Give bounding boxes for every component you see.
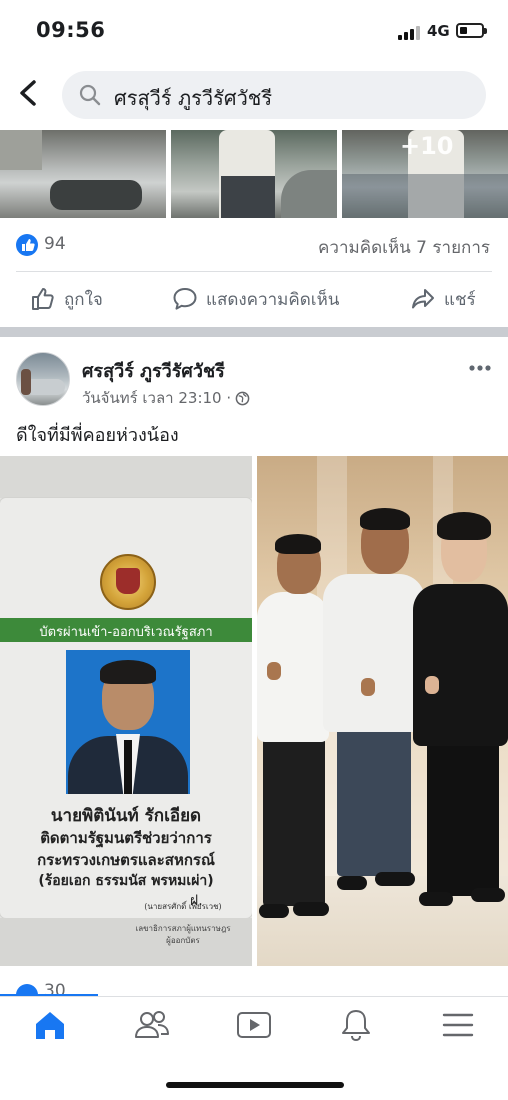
person — [257, 456, 508, 966]
home-indicator[interactable] — [166, 1082, 344, 1088]
next-post-reactions: 30 — [0, 978, 508, 998]
post-images: บัตรผ่านเข้า-ออกบริเวณรัฐสภา นายพิตินันท… — [0, 456, 508, 966]
signal-icon — [398, 26, 420, 40]
status-bar: 09:56 4G — [0, 0, 508, 62]
post-text: ดีใจที่มีพี่คอยห่วงน้อง — [16, 425, 179, 446]
comment-button[interactable]: แสดงความคิดเห็น — [172, 284, 339, 314]
card-issuer-role: ผู้ออกบัตร — [166, 936, 200, 945]
card-ministry: กระทรวงเกษตรและสหกรณ์ — [37, 851, 215, 869]
card-band: บัตรผ่านเข้า-ออกบริเวณรัฐสภา — [0, 618, 252, 642]
emblem-icon — [100, 554, 156, 610]
id-card-photo[interactable]: บัตรผ่านเข้า-ออกบริเวณรัฐสภา นายพิตินันท… — [0, 456, 252, 966]
like-reaction-icon — [16, 234, 38, 256]
card-portrait — [66, 650, 190, 794]
comment-count[interactable]: ความคิดเห็น 7 รายการ — [318, 234, 490, 261]
friends-icon[interactable] — [132, 1007, 172, 1043]
status-time: 09:56 — [36, 18, 106, 42]
bottom-nav — [0, 996, 508, 1054]
speech-bubble-icon — [173, 288, 197, 310]
post-meta: วันจันทร์ เวลา 23:10 · — [82, 386, 250, 410]
photo-thumbnail[interactable] — [171, 130, 337, 218]
photo-thumbnail[interactable]: +10 — [342, 130, 508, 218]
avatar[interactable] — [16, 352, 70, 406]
more-dots-icon[interactable] — [468, 364, 492, 372]
card-position: ติดตามรัฐมนตรีช่วยว่าการ — [40, 829, 212, 847]
share-button-label: แชร์ — [444, 289, 476, 310]
divider — [16, 271, 492, 272]
post-timestamp[interactable]: วันจันทร์ เวลา 23:10 · — [82, 386, 231, 410]
like-button-label: ถูกใจ — [64, 289, 103, 310]
comment-button-label: แสดงความคิดเห็น — [206, 289, 340, 310]
reaction-summary: 94 ความคิดเห็น 7 รายการ — [0, 226, 508, 266]
post-actions: ถูกใจ แสดงความคิดเห็น แชร์ — [0, 278, 508, 322]
parliament-pass-card: บัตรผ่านเข้า-ออกบริเวณรัฐสภา นายพิตินันท… — [0, 498, 252, 918]
network-label: 4G — [427, 22, 450, 40]
more-photos-count: +10 — [400, 132, 454, 160]
card-sponsor: (ร้อยเอก ธรรมนัส พรหมเผ่า) — [38, 873, 214, 889]
back-chevron-icon[interactable] — [14, 76, 44, 110]
photo-thumbnail[interactable] — [0, 130, 166, 218]
like-count[interactable]: 94 — [44, 234, 66, 254]
battery-icon — [456, 23, 487, 38]
search-query: ศรสุวีร์ ภูรวีรัศวัชรี — [114, 86, 273, 110]
search-header: ศรสุวีร์ ภูรวีรัศวัชรี — [0, 64, 508, 124]
thumbs-up-icon — [32, 288, 54, 310]
post-separator — [0, 327, 508, 337]
share-button[interactable]: แชร์ — [410, 284, 476, 314]
card-holder-name: นายพิตินันท์ รักเอียด — [50, 806, 202, 826]
card-issuer-name: (นายสรศักดิ์ เพียรเวช) — [144, 902, 222, 911]
home-icon[interactable] — [30, 1007, 70, 1043]
card-band-text: บัตรผ่านเข้า-ออกบริเวณรัฐสภา — [39, 625, 213, 640]
search-input[interactable]: ศรสุวีร์ ภูรวีรัศวัชรี — [62, 71, 486, 119]
search-icon — [79, 84, 101, 106]
post-header: ศรสุวีร์ ภูรวีรัศวัชรี วันจันทร์ เวลา 23… — [0, 350, 508, 414]
previous-post-photos: +10 — [0, 130, 508, 218]
share-arrow-icon — [412, 289, 434, 309]
watch-icon[interactable] — [234, 1007, 274, 1043]
group-photo[interactable] — [257, 456, 508, 966]
menu-icon[interactable] — [438, 1007, 478, 1043]
like-button[interactable]: ถูกใจ — [30, 284, 103, 314]
author-name[interactable]: ศรสุวีร์ ภูรวีรัศวัชรี — [82, 356, 225, 385]
bell-icon[interactable] — [336, 1007, 376, 1043]
globe-icon — [235, 391, 250, 405]
